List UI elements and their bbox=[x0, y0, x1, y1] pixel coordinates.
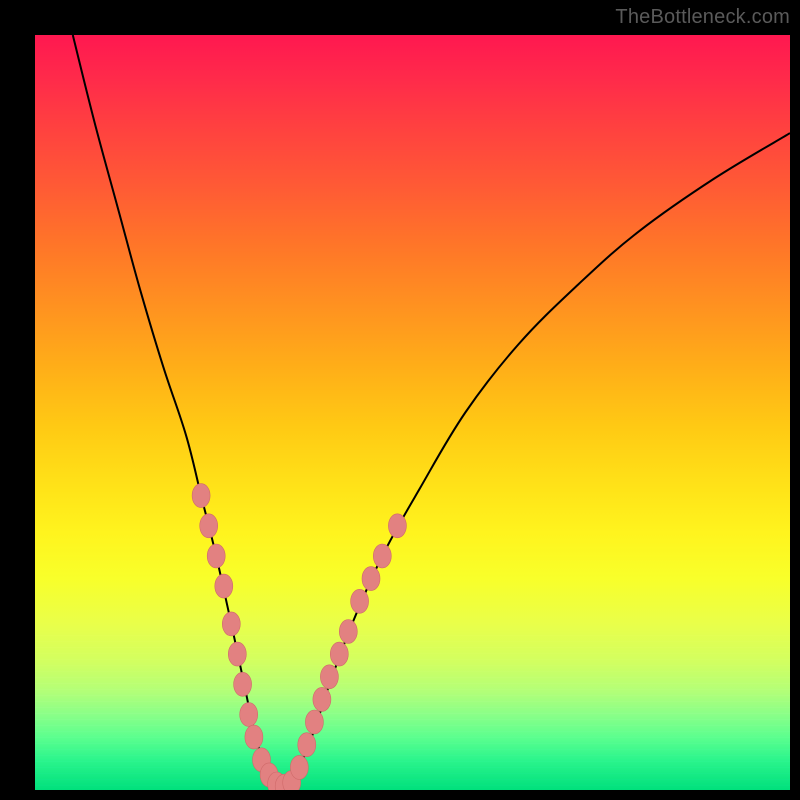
curve-marker bbox=[192, 484, 210, 508]
curve-marker bbox=[351, 589, 369, 613]
curve-marker bbox=[298, 733, 316, 757]
curve-layer bbox=[35, 35, 790, 790]
curve-marker bbox=[245, 725, 263, 749]
curve-marker bbox=[200, 514, 218, 538]
curve-marker bbox=[207, 544, 225, 568]
bottleneck-curve bbox=[73, 35, 790, 789]
curve-marker bbox=[320, 665, 338, 689]
curve-marker bbox=[240, 703, 258, 727]
curve-marker bbox=[313, 687, 331, 711]
chart-frame: TheBottleneck.com bbox=[0, 0, 800, 800]
curve-marker bbox=[215, 574, 233, 598]
curve-marker bbox=[362, 567, 380, 591]
curve-marker bbox=[228, 642, 246, 666]
curve-marker bbox=[388, 514, 406, 538]
curve-marker bbox=[290, 755, 308, 779]
curve-marker bbox=[222, 612, 240, 636]
curve-marker bbox=[373, 544, 391, 568]
curve-marker bbox=[330, 642, 348, 666]
curve-marker bbox=[339, 620, 357, 644]
marker-group bbox=[192, 484, 406, 790]
watermark-text: TheBottleneck.com bbox=[615, 6, 790, 29]
plot-area bbox=[35, 35, 790, 790]
curve-marker bbox=[305, 710, 323, 734]
curve-marker bbox=[234, 672, 252, 696]
